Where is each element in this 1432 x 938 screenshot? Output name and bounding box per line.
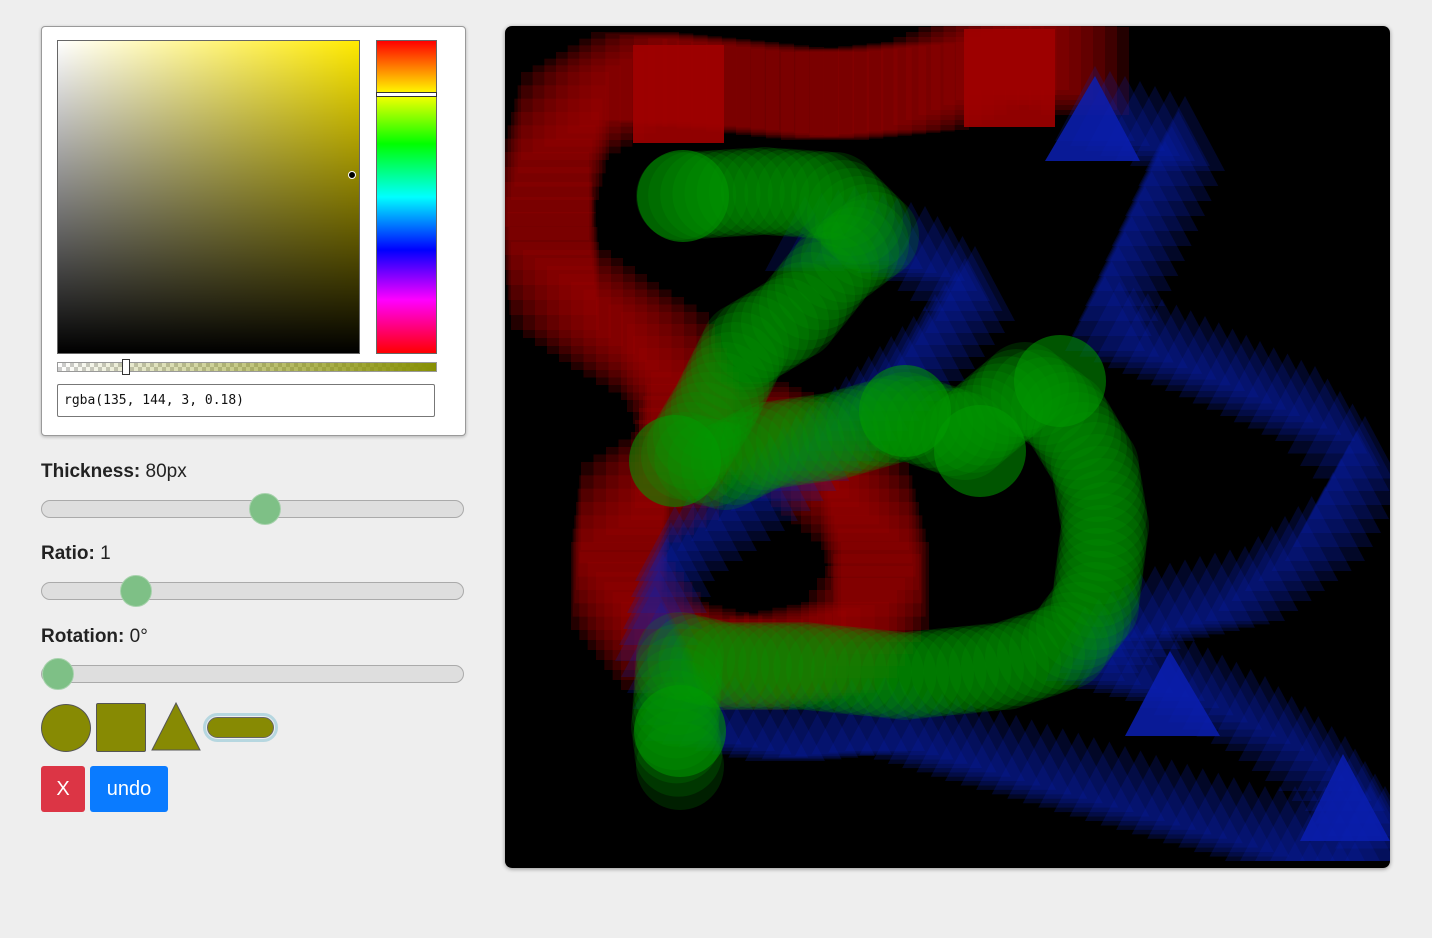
triangle-icon <box>151 701 201 751</box>
hue-handle[interactable] <box>376 92 437 97</box>
thickness-label: Thickness: 80px <box>41 461 187 482</box>
rotation-value: 0° <box>129 626 148 647</box>
clear-button[interactable]: X <box>41 766 85 812</box>
circle-shape-button[interactable] <box>41 704 91 752</box>
ratio-label: Ratio: 1 <box>41 543 111 564</box>
thickness-slider-thumb[interactable] <box>249 493 281 525</box>
saturation-value-area[interactable] <box>57 40 360 354</box>
green-circle-mark <box>634 685 726 777</box>
canvas-artwork <box>505 26 1390 861</box>
saturation-value-handle[interactable] <box>348 171 356 179</box>
alpha-handle[interactable] <box>122 359 130 375</box>
green-circle-mark <box>637 150 729 242</box>
rotation-slider-thumb[interactable] <box>42 658 74 690</box>
red-square-mark <box>633 45 724 143</box>
color-value-input[interactable] <box>57 384 435 417</box>
square-shape-button[interactable] <box>96 703 146 752</box>
thickness-value: 80px <box>145 461 187 482</box>
green-circle-mark <box>934 405 1026 497</box>
green-circle-mark <box>629 415 721 507</box>
ratio-value: 1 <box>100 543 111 564</box>
triangle-shape-button[interactable] <box>151 701 201 751</box>
pill-icon <box>207 717 274 738</box>
alpha-slider[interactable] <box>57 359 437 375</box>
hue-slider[interactable] <box>376 40 437 354</box>
ratio-slider[interactable] <box>41 575 464 607</box>
pill-shape-button[interactable] <box>203 713 278 742</box>
alpha-gradient <box>58 363 436 371</box>
ratio-slider-thumb[interactable] <box>120 575 152 607</box>
green-circle-mark <box>1014 335 1106 427</box>
rotation-slider[interactable] <box>41 658 464 690</box>
drawing-canvas[interactable] <box>505 26 1390 868</box>
undo-button[interactable]: undo <box>90 766 168 812</box>
color-picker <box>41 26 466 436</box>
red-square-mark <box>964 29 1055 127</box>
rotation-label: Rotation: 0° <box>41 626 148 647</box>
thickness-slider[interactable] <box>41 493 464 525</box>
